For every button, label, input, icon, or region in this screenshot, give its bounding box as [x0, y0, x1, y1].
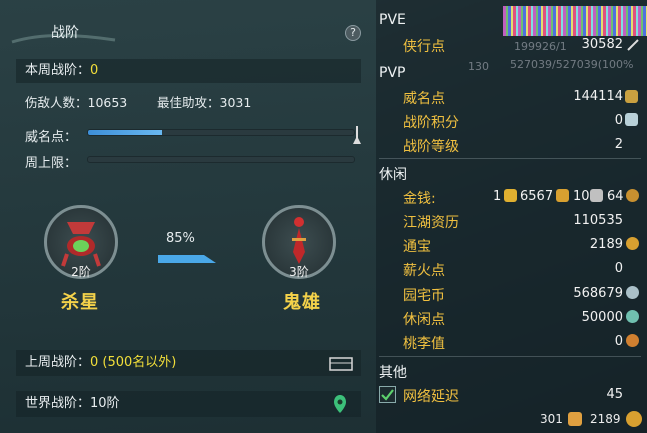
peach-icon — [626, 334, 639, 347]
weekly-cap-bar — [87, 156, 355, 163]
footer-coin-icon — [626, 411, 642, 427]
weekly-rank-row: 本周战阶：0 — [16, 59, 361, 83]
pvp-prestige-label: 威名点 — [403, 91, 445, 107]
war-rank-panel: 战阶 ? 本周战阶：0 伤敌人数：10653 最佳助攻：3031 威名点： 周上… — [0, 0, 376, 433]
leisure-item-value: 2189 — [589, 237, 623, 252]
leisure-item-value: 110535 — [573, 213, 623, 228]
footer-right-value: 2189 — [590, 412, 621, 426]
weekly-cap-label: 周上限： — [25, 156, 78, 171]
latency-checkbox[interactable] — [379, 386, 396, 403]
tongbao-coin-icon — [626, 237, 639, 250]
weekly-rank-label: 本周战阶： — [25, 63, 91, 78]
last-week-value: 0 (500名以外) — [90, 355, 177, 370]
prestige-token-icon — [625, 90, 638, 103]
prestige-label: 威名点： — [25, 130, 78, 145]
leisure-item-label: 通宝 — [403, 239, 431, 255]
leisure-leaf-icon — [626, 310, 639, 323]
garden-coin-icon — [626, 286, 639, 299]
next-rank-badge[interactable]: 3阶 — [262, 205, 336, 279]
pvp-level-value: 2 — [614, 137, 623, 152]
current-rank-badge[interactable]: 2阶 — [44, 205, 118, 279]
next-rank-tier: 3阶 — [289, 265, 309, 279]
prestige-bar — [87, 129, 355, 136]
leisure-item-value: 0 — [614, 261, 623, 276]
damage-count: 伤敌人数：10653 — [25, 95, 128, 110]
pvp-points-label: 战阶积分 — [403, 115, 459, 131]
gold-ingot-icon — [504, 189, 517, 202]
last-week-label: 上周战阶： — [25, 355, 91, 370]
arrow-right-icon — [158, 255, 216, 263]
currency-panel: 199926/1 527039/527039(100% 130 PVE 侠行点 … — [376, 0, 647, 433]
money-silver: 6567 — [520, 189, 554, 204]
weekly-rank-value: 0 — [90, 63, 99, 78]
next-rank-name: 鬼雄 — [283, 292, 321, 313]
money-label: 金钱: — [403, 191, 436, 207]
prestige-bar-fill — [88, 130, 163, 135]
coin-icon — [626, 189, 639, 202]
pvp-points-value: 0 — [614, 113, 623, 128]
money-other: 64 — [607, 189, 624, 204]
bg-level-text: 130 — [468, 60, 489, 73]
pin-icon — [353, 126, 361, 144]
last-week-rank-row: 上周战阶：0 (500名以外) — [16, 350, 361, 376]
pve-xiaxing-label: 侠行点 — [403, 39, 445, 55]
upgrade-progress: 85% — [166, 231, 195, 246]
current-rank-name: 杀星 — [61, 292, 99, 313]
leisure-item-label: 桃李值 — [403, 336, 445, 352]
leisure-header: 休闲 — [379, 167, 407, 183]
bg-hp-text: 199926/1 — [514, 40, 567, 53]
divider — [379, 356, 641, 357]
best-assist: 最佳助攻：3031 — [157, 95, 252, 110]
copper-icon — [590, 189, 603, 202]
war-crystal-icon — [625, 113, 638, 126]
leisure-item-label: 江湖资历 — [403, 215, 459, 231]
latency-value: 45 — [606, 387, 623, 402]
help-button[interactable]: ? — [345, 25, 361, 41]
chest-icon[interactable] — [329, 355, 353, 371]
buff-icon-strip — [503, 6, 647, 36]
world-rank-row: 世界战阶：10阶 — [16, 391, 361, 417]
leisure-item-label: 休闲点 — [403, 312, 445, 328]
footer-flag-icon — [568, 412, 582, 426]
money-gold: 1 — [493, 189, 502, 204]
latency-label: 网络延迟 — [403, 389, 459, 405]
panel-title: 战阶 — [51, 25, 79, 41]
pve-xiaxing-value: 30582 — [581, 37, 623, 52]
bg-mp-text: 527039/527039(100% — [510, 58, 634, 71]
leisure-item-value: 568679 — [573, 286, 623, 301]
pvp-prestige-value: 144114 — [573, 89, 623, 104]
checkmark-icon — [381, 389, 394, 401]
world-rank-label: 世界战阶：10阶 — [25, 396, 120, 411]
current-rank-tier: 2阶 — [71, 265, 91, 279]
footer-left-value: 301 — [540, 412, 563, 426]
leisure-item-value: 0 — [614, 334, 623, 349]
silver-ingot-icon — [556, 189, 569, 202]
leisure-item-label: 薪火点 — [403, 263, 445, 279]
location-pin-icon[interactable] — [333, 394, 347, 414]
divider — [379, 158, 641, 159]
other-header: 其他 — [379, 365, 407, 381]
leisure-item-value: 50000 — [581, 310, 623, 325]
pvp-header: PVP — [379, 65, 406, 81]
leisure-item-label: 园宅币 — [403, 288, 445, 304]
pve-header: PVE — [379, 12, 406, 28]
money-copper: 10 — [573, 189, 590, 204]
pvp-level-label: 战阶等级 — [403, 139, 459, 155]
sword-icon — [627, 39, 639, 51]
